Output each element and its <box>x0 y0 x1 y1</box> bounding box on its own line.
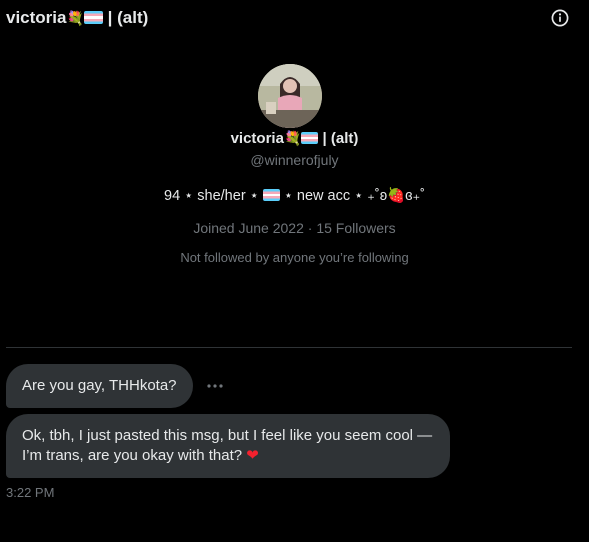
bio-suffix: ⋆ new acc ⋆ ₊˚ʚ🍓ɞ₊˚ <box>283 188 425 204</box>
profile-meta: Joined June 2022 · 15 Followers <box>0 220 589 236</box>
message-bubble[interactable]: Are you gay, THHkota? <box>6 364 193 408</box>
trans-flag-emoji <box>301 132 319 144</box>
message-bubble[interactable]: Ok, tbh, I just pasted this msg, but I f… <box>6 414 450 478</box>
message-text: Are you gay, THHkota? <box>22 377 177 394</box>
header-alt-suffix: | (alt) <box>107 8 149 27</box>
profile-display-name: victoria <box>230 130 284 147</box>
header-title: victoria💐 | (alt) <box>6 8 148 28</box>
header-name: victoria <box>6 8 67 27</box>
divider <box>6 347 572 348</box>
message-timestamp: 3:22 PM <box>6 485 55 500</box>
followed-by-text: Not followed by anyone you’re following <box>180 250 409 265</box>
profile-name[interactable]: victoria💐 | (alt) <box>0 130 589 147</box>
avatar-image <box>258 64 322 128</box>
profile-avatar[interactable] <box>258 64 322 128</box>
heart-emoji: ❤ <box>246 447 259 464</box>
trans-flag-emoji <box>83 11 103 24</box>
meta-separator: · <box>307 220 313 236</box>
info-button[interactable] <box>550 8 570 28</box>
info-icon <box>551 9 569 27</box>
message-text: Ok, tbh, I just pasted this msg, but I f… <box>22 427 433 464</box>
joined-date: Joined June 2022 <box>193 220 304 236</box>
bio-prefix: 94 ⋆ she/her ⋆ <box>164 188 259 204</box>
trans-flag-emoji <box>262 189 280 201</box>
more-icon <box>207 384 223 388</box>
profile-handle: @winnerofjuly <box>250 152 339 168</box>
bouquet-emoji: 💐 <box>283 130 302 146</box>
followers-count[interactable]: 15 Followers <box>316 220 395 236</box>
conversation-header: victoria💐 | (alt) <box>0 0 589 36</box>
more-options-button[interactable] <box>204 376 226 396</box>
profile-bio: 94 ⋆ she/her ⋆ ⋆ new acc ⋆ ₊˚ʚ🍓ɞ₊˚ <box>0 187 589 204</box>
bouquet-emoji: 💐 <box>66 10 84 26</box>
profile-alt-suffix: | (alt) <box>322 130 359 147</box>
